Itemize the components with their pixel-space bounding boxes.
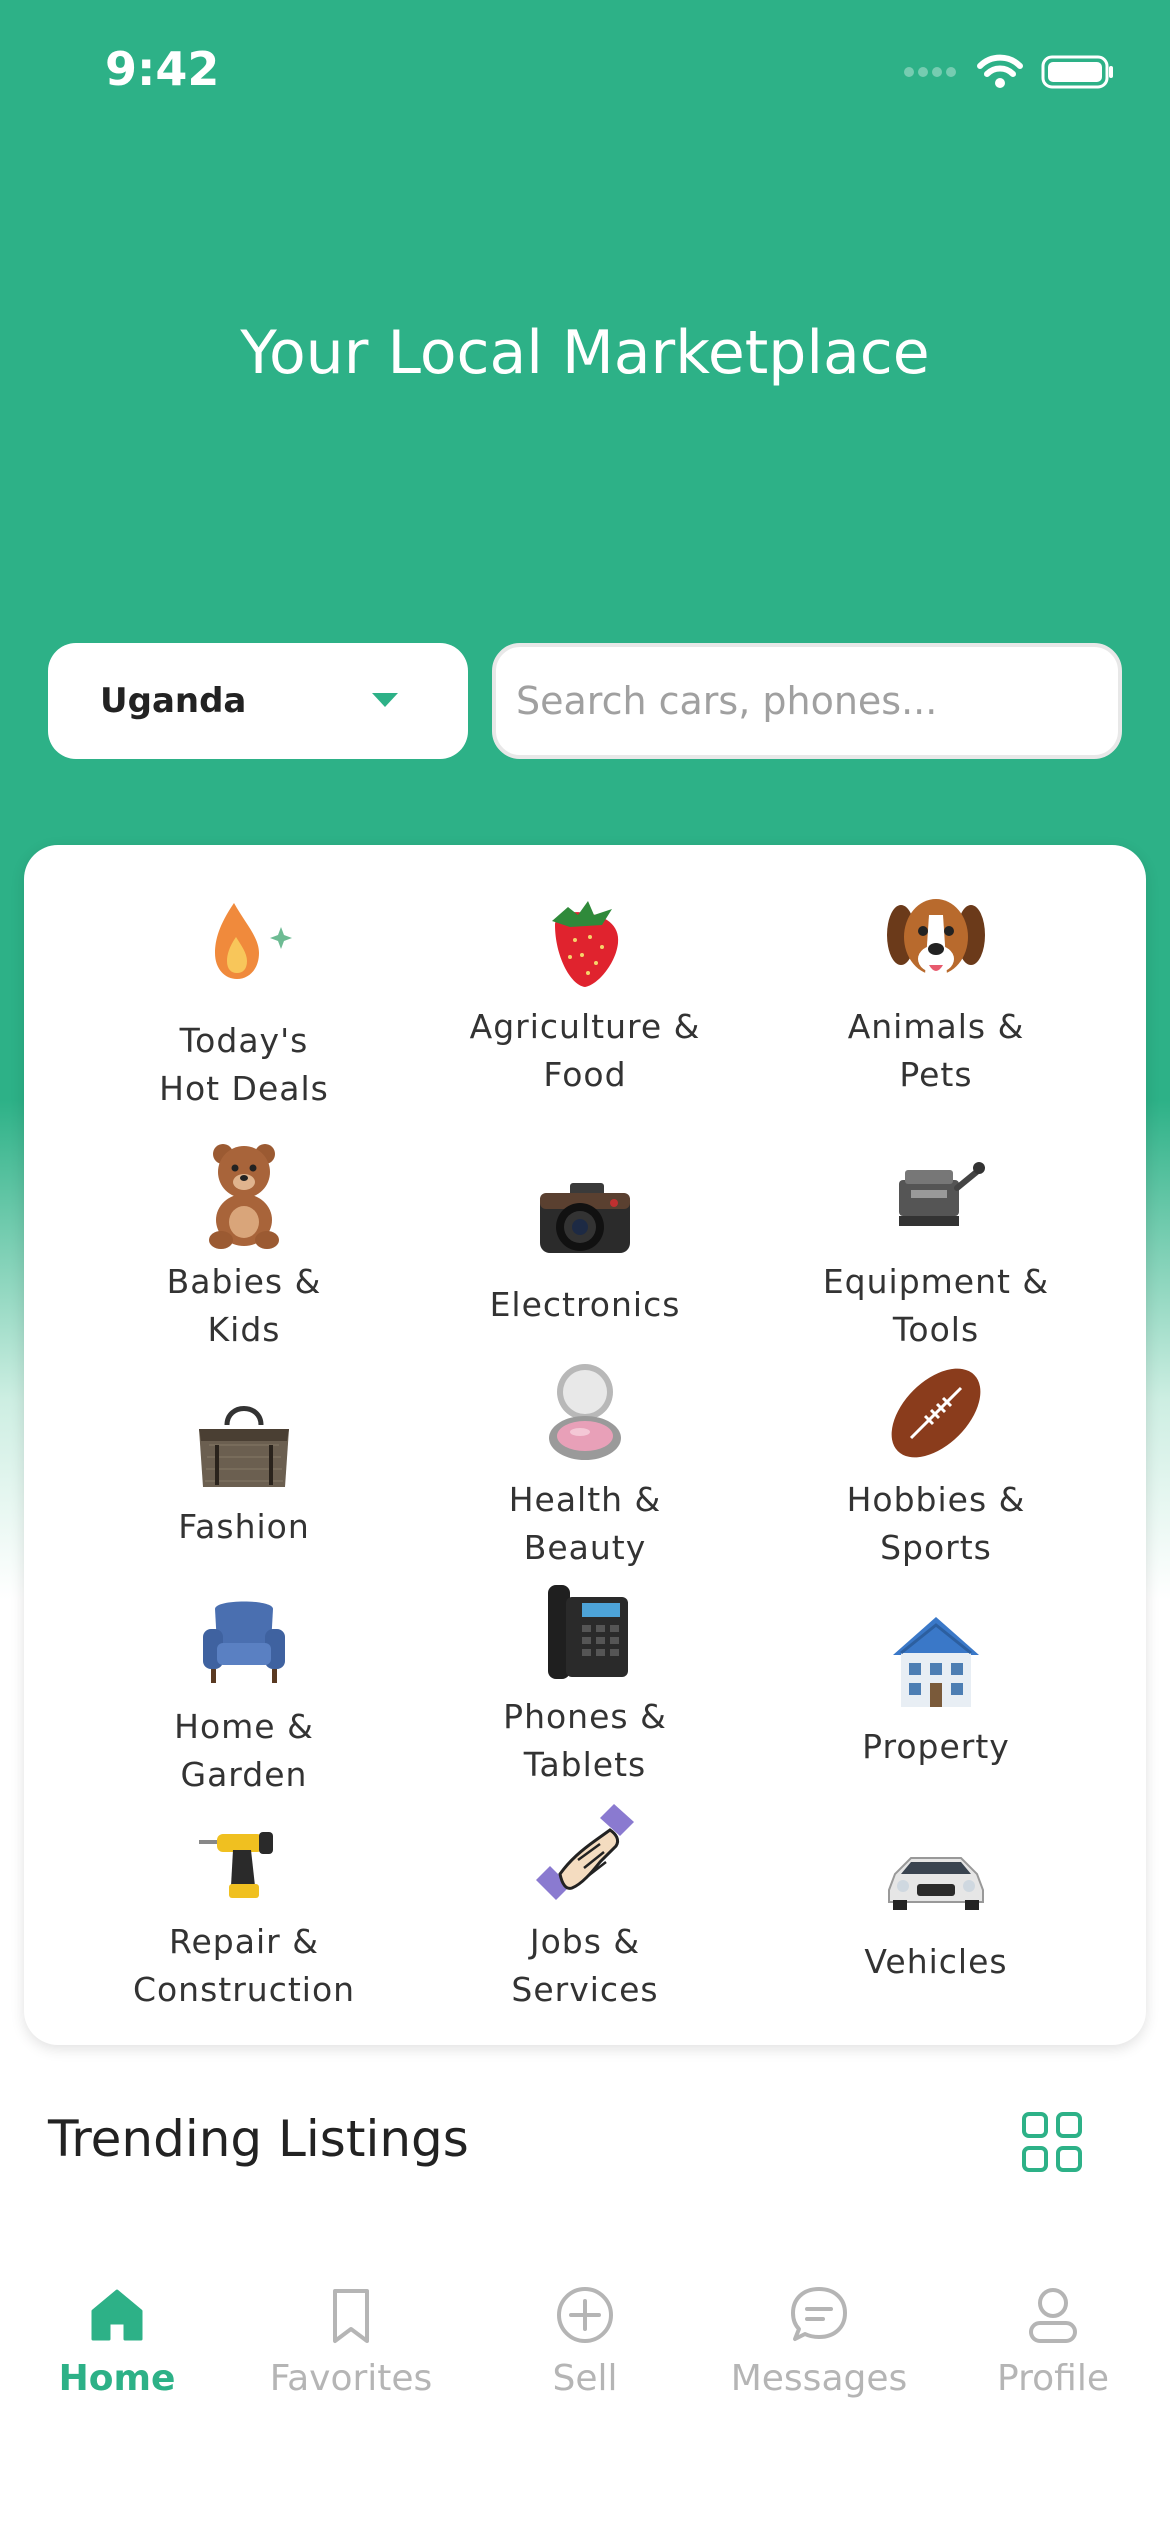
category-label: Hobbies & Sports (846, 1480, 1026, 1567)
category-label: Vehicles (864, 1942, 1008, 1981)
category-label: Agriculture & Food (469, 1007, 701, 1094)
teddy-bear-icon (189, 1140, 299, 1250)
search-input[interactable] (496, 647, 1118, 755)
category-home-garden[interactable]: Home & Garden (69, 1585, 419, 1799)
chat-bubble-icon (784, 2280, 854, 2350)
category-fashion[interactable]: Fashion (69, 1385, 419, 1551)
wifi-icon (977, 54, 1023, 88)
chevron-down-icon (372, 693, 398, 707)
drill-icon (189, 1800, 299, 1910)
tab-profile[interactable]: Profile (936, 2280, 1170, 2399)
category-label: Repair & Construction (132, 1922, 356, 2009)
category-babies-kids[interactable]: Babies & Kids (69, 1140, 419, 1354)
category-label: Health & Beauty (508, 1480, 662, 1567)
tab-label: Profile (997, 2358, 1109, 2399)
category-animals-pets[interactable]: Animals & Pets (761, 885, 1111, 1099)
category-jobs-services[interactable]: Jobs & Services (410, 1800, 760, 2014)
section-title-trending: Trending Listings (48, 2110, 469, 2168)
handbag-icon (189, 1385, 299, 1495)
desk-phone-icon (530, 1575, 640, 1685)
flame-icon (189, 885, 299, 995)
tab-home[interactable]: Home (0, 2280, 234, 2399)
dog-icon (881, 885, 991, 995)
camera-icon (530, 1163, 640, 1273)
tab-label: Messages (730, 2358, 908, 2399)
category-hobbies-sports[interactable]: Hobbies & Sports (761, 1358, 1111, 1572)
category-label: Equipment & Tools (822, 1262, 1050, 1349)
grid-view-toggle[interactable] (1020, 2110, 1084, 2174)
category-vehicles[interactable]: Vehicles (761, 1820, 1111, 1986)
category-equipment-tools[interactable]: Equipment & Tools (761, 1140, 1111, 1354)
handshake-icon (530, 1800, 640, 1910)
category-label: Babies & Kids (166, 1262, 322, 1349)
bookmark-icon (316, 2280, 386, 2350)
strawberry-icon (530, 885, 640, 995)
status-time: 9:42 (105, 42, 220, 96)
football-icon (881, 1358, 991, 1468)
category-health-beauty[interactable]: Health & Beauty (410, 1358, 760, 1572)
category-label: Animals & Pets (847, 1007, 1025, 1094)
battery-icon (1041, 55, 1113, 89)
grid-icon (1022, 2112, 1082, 2172)
category-agriculture-food[interactable]: Agriculture & Food (410, 885, 760, 1099)
category-grid: Today's Hot Deals Agriculture & Food Ani… (24, 845, 1146, 2045)
tab-label: Home (58, 2358, 176, 2399)
tab-label: Sell (552, 2358, 618, 2399)
category-label: Today's Hot Deals (159, 1021, 329, 1108)
category-hot-deals[interactable]: Today's Hot Deals (69, 885, 419, 1113)
armchair-icon (189, 1585, 299, 1695)
category-label: Phones & Tablets (503, 1697, 667, 1784)
tab-sell[interactable]: Sell (468, 2280, 702, 2399)
tab-label: Favorites (269, 2358, 433, 2399)
category-label: Home & Garden (174, 1707, 314, 1794)
status-icons (903, 52, 1115, 92)
category-property[interactable]: Property (761, 1605, 1111, 1771)
country-select-value: Uganda (100, 681, 247, 721)
house-icon (881, 1605, 991, 1715)
category-label: Property (862, 1727, 1010, 1766)
category-label: Jobs & Services (511, 1922, 659, 2009)
category-phones-tablets[interactable]: Phones & Tablets (410, 1575, 760, 1789)
tab-favorites[interactable]: Favorites (234, 2280, 468, 2399)
signal-icon (904, 67, 956, 77)
user-icon (1018, 2280, 1088, 2350)
compact-mirror-icon (530, 1358, 640, 1468)
bottom-tab-bar: Home Favorites Sell Messages Profile (0, 2250, 1170, 2532)
car-icon (881, 1820, 991, 1930)
category-label: Fashion (178, 1507, 310, 1546)
hero-title: Your Local Marketplace (240, 318, 930, 388)
home-icon (82, 2280, 152, 2350)
status-bar: 9:42 (0, 0, 1170, 140)
category-repair-construction[interactable]: Repair & Construction (69, 1800, 419, 2014)
category-electronics[interactable]: Electronics (410, 1163, 760, 1329)
category-label: Electronics (489, 1285, 681, 1324)
machine-icon (881, 1140, 991, 1250)
tab-messages[interactable]: Messages (702, 2280, 936, 2399)
plus-circle-icon (550, 2280, 620, 2350)
search-box[interactable] (492, 643, 1122, 759)
country-select[interactable]: Uganda (48, 643, 468, 759)
